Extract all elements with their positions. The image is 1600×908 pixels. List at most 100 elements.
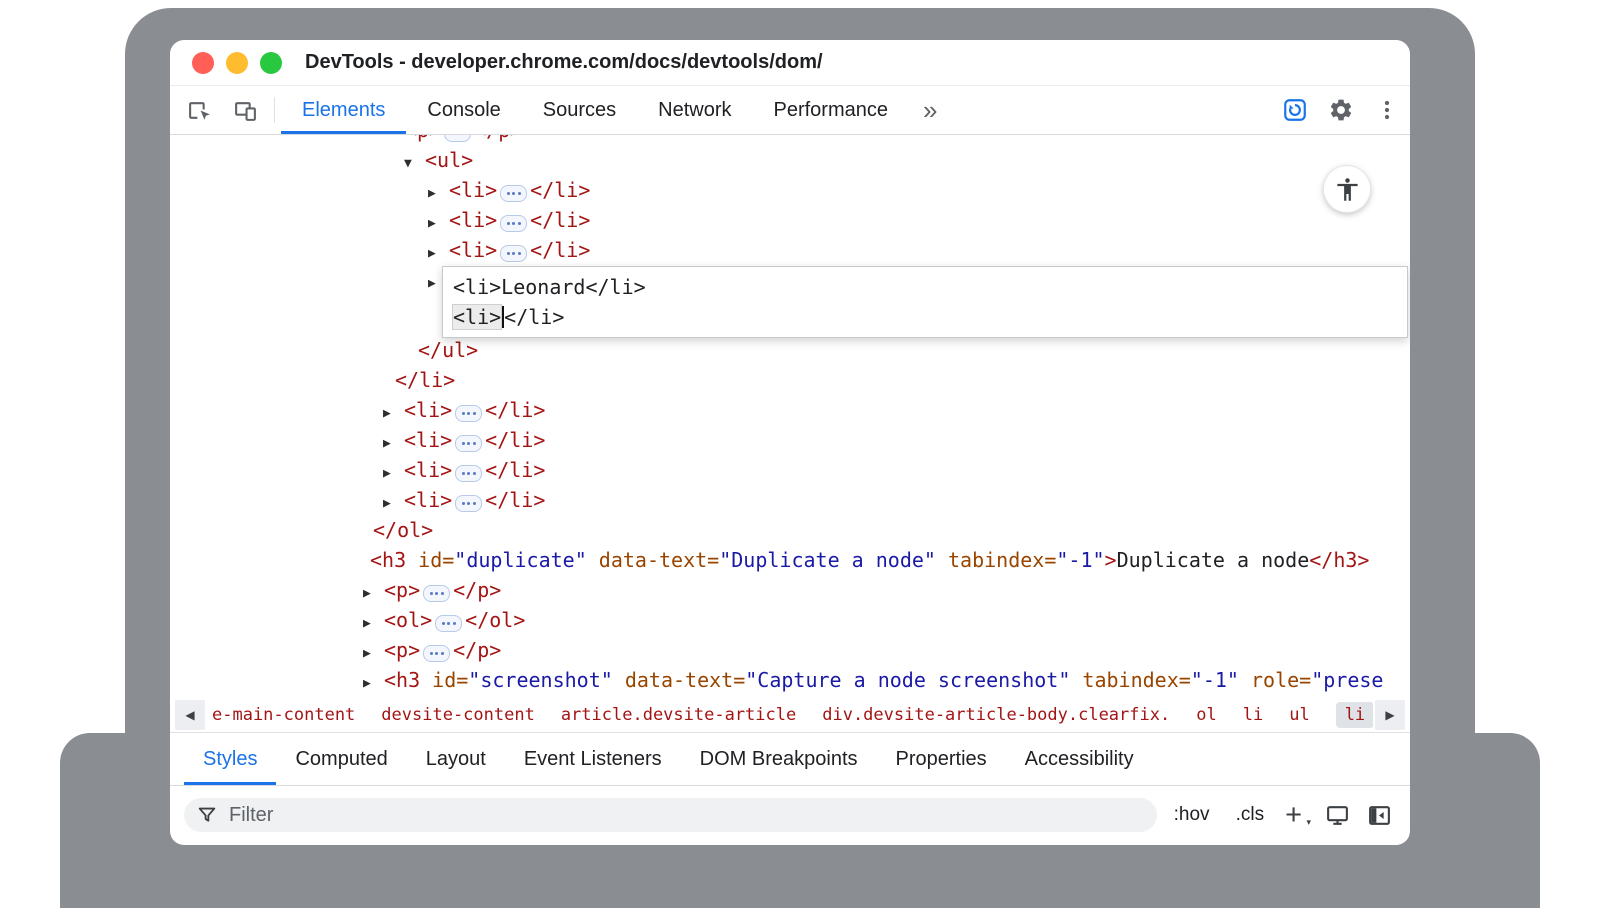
accessibility-overlay-button[interactable] (1324, 166, 1370, 212)
tab-console[interactable]: Console (406, 86, 521, 134)
inspect-element-icon[interactable] (176, 86, 222, 134)
devtools-window: DevTools - developer.chrome.com/docs/dev… (170, 40, 1410, 845)
tree-row[interactable]: ▶<p></p> (170, 635, 1410, 665)
sidebar-tab-styles[interactable]: Styles (184, 733, 276, 785)
close-button[interactable] (192, 52, 214, 74)
ellipsis-expand-button[interactable] (455, 435, 482, 452)
menu-kebab-icon[interactable] (1364, 86, 1410, 134)
sidebar-tab-event-listeners[interactable]: Event Listeners (505, 733, 681, 785)
code-attr: data-text= (587, 548, 719, 572)
code-tag: </li> (530, 238, 590, 262)
breadcrumb-scroll-left-button[interactable]: ◀ (175, 700, 205, 730)
rendering-screen-icon[interactable] (1320, 803, 1354, 828)
sync-icon[interactable] (1272, 86, 1318, 134)
tree-row[interactable]: ▶<li></li> (170, 235, 1410, 265)
filter-input[interactable]: Filter (184, 798, 1157, 832)
ellipsis-expand-button[interactable] (500, 245, 527, 262)
breadcrumb-item[interactable]: li (1336, 702, 1373, 728)
ellipsis-expand-button[interactable] (455, 495, 482, 512)
new-style-rule-button[interactable]: +▾ (1285, 801, 1302, 830)
tree-row[interactable]: ▶<li></li> (170, 175, 1410, 205)
sidebar-tab-layout[interactable]: Layout (407, 733, 505, 785)
code-tag: </li> (485, 428, 545, 452)
code-tag: </ol> (373, 518, 433, 542)
breadcrumb-item[interactable]: li (1243, 705, 1263, 725)
sidebar-tab-accessibility[interactable]: Accessibility (1006, 733, 1153, 785)
settings-gear-icon[interactable] (1318, 86, 1364, 134)
tree-row[interactable]: ▶<p></p> (170, 575, 1410, 605)
breadcrumb-item[interactable]: ul (1289, 705, 1309, 725)
breadcrumb-item[interactable]: e-main-content (212, 705, 355, 725)
tab-elements[interactable]: Elements (281, 86, 406, 134)
ellipsis-expand-button[interactable] (500, 215, 527, 232)
code-tag: <h3 (384, 668, 420, 692)
expand-arrow-icon[interactable]: ▶ (363, 669, 384, 697)
filter-funnel-icon (196, 804, 218, 826)
code-attr: tabindex= (936, 548, 1056, 572)
code-val: "screenshot" (468, 668, 613, 692)
code-tag: </ol> (465, 608, 525, 632)
styles-filter-bar: Filter :hov .cls +▾ (170, 786, 1410, 844)
code-attr: id= (420, 668, 468, 692)
toggle-hover-state-button[interactable]: :hov (1174, 804, 1210, 826)
ellipsis-expand-button[interactable] (423, 645, 450, 662)
tree-row[interactable]: <p></p> (170, 135, 1410, 145)
sidebar-tab-properties[interactable]: Properties (877, 733, 1006, 785)
edit-as-html-box[interactable]: <li>Leonard</li> <li></li> (442, 266, 1408, 338)
tree-row[interactable]: ▶<li></li> (170, 395, 1410, 425)
tree-row[interactable]: ▶<li></li> (170, 455, 1410, 485)
dock-sidebar-icon[interactable] (1362, 803, 1396, 828)
code-val: "-1" (1191, 668, 1239, 692)
breadcrumb-item[interactable]: div.devsite-article-body.clearfix. (822, 705, 1170, 725)
breadcrumb-scroll-right-button[interactable]: ▶ (1375, 700, 1405, 730)
breadcrumb-item[interactable]: article.devsite-article (561, 705, 796, 725)
tree-row[interactable]: ▶<li></li> (170, 205, 1410, 235)
ellipsis-expand-button[interactable] (455, 405, 482, 422)
ellipsis-expand-button[interactable] (500, 185, 527, 202)
dropdown-caret-icon: ▾ (1306, 818, 1311, 827)
breadcrumb-item[interactable]: ol (1196, 705, 1216, 725)
tree-row[interactable]: ▶<h3 id="screenshot" data-text="Capture … (170, 665, 1410, 695)
ellipsis-expand-button[interactable] (423, 585, 450, 602)
device-toolbar-icon[interactable] (222, 86, 268, 134)
dom-tree-rows: <p></p>▼<ul>▶<li></li>▶<li></li>▶<li></l… (170, 135, 1410, 695)
code-attr: role= (1239, 668, 1311, 692)
accessibility-person-icon (1334, 176, 1361, 203)
sidebar-tab-dom-breakpoints[interactable]: DOM Breakpoints (681, 733, 877, 785)
tree-row[interactable]: ▼<ul> (170, 145, 1410, 175)
tree-row[interactable]: ▶<li></li> (170, 425, 1410, 455)
sidebar-tab-computed[interactable]: Computed (276, 733, 406, 785)
code-tag: <h3 (370, 548, 406, 572)
tree-row[interactable]: </li> (170, 365, 1410, 395)
tree-row[interactable]: ▶<li></li> (170, 485, 1410, 515)
breadcrumb-item[interactable]: devsite-content (381, 705, 535, 725)
toggle-element-class-button[interactable]: .cls (1236, 804, 1265, 826)
zoom-button[interactable] (260, 52, 282, 74)
ellipsis-expand-button[interactable] (444, 135, 471, 142)
breadcrumb-bar: ◀ e-main-content devsite-content article.d… (170, 697, 1410, 733)
collapse-arrow-icon[interactable]: ▼ (404, 149, 425, 179)
code-tag: </p> (474, 135, 522, 142)
code-val: "prese (1311, 668, 1383, 692)
code-tag: <p> (384, 578, 420, 602)
tab-sources[interactable]: Sources (522, 86, 637, 134)
tree-row[interactable]: <h3 id="duplicate" data-text="Duplicate … (170, 545, 1410, 575)
tab-network[interactable]: Network (637, 86, 752, 134)
kebab-icon (1375, 98, 1399, 122)
more-tabs-button[interactable]: » (909, 86, 951, 134)
minimize-button[interactable] (226, 52, 248, 74)
code-attr: id= (406, 548, 454, 572)
edit-line2-rest: </li> (504, 305, 564, 329)
tree-row[interactable]: </ol> (170, 515, 1410, 545)
ellipsis-expand-button[interactable] (435, 615, 462, 632)
code-tag: <li> (404, 398, 452, 422)
tree-row[interactable]: ▶<ol></ol> (170, 605, 1410, 635)
code-tag: <li> (449, 208, 497, 232)
ellipsis-expand-button[interactable] (455, 465, 482, 482)
tree-row[interactable]: </ul> (170, 335, 1410, 365)
edit-line1-text: <li>Leonard</li> (453, 275, 646, 299)
code-tag: </p> (453, 578, 501, 602)
tab-performance[interactable]: Performance (753, 86, 910, 134)
code-attr: tabindex= (1070, 668, 1190, 692)
code-tag: </h3> (1309, 548, 1369, 572)
